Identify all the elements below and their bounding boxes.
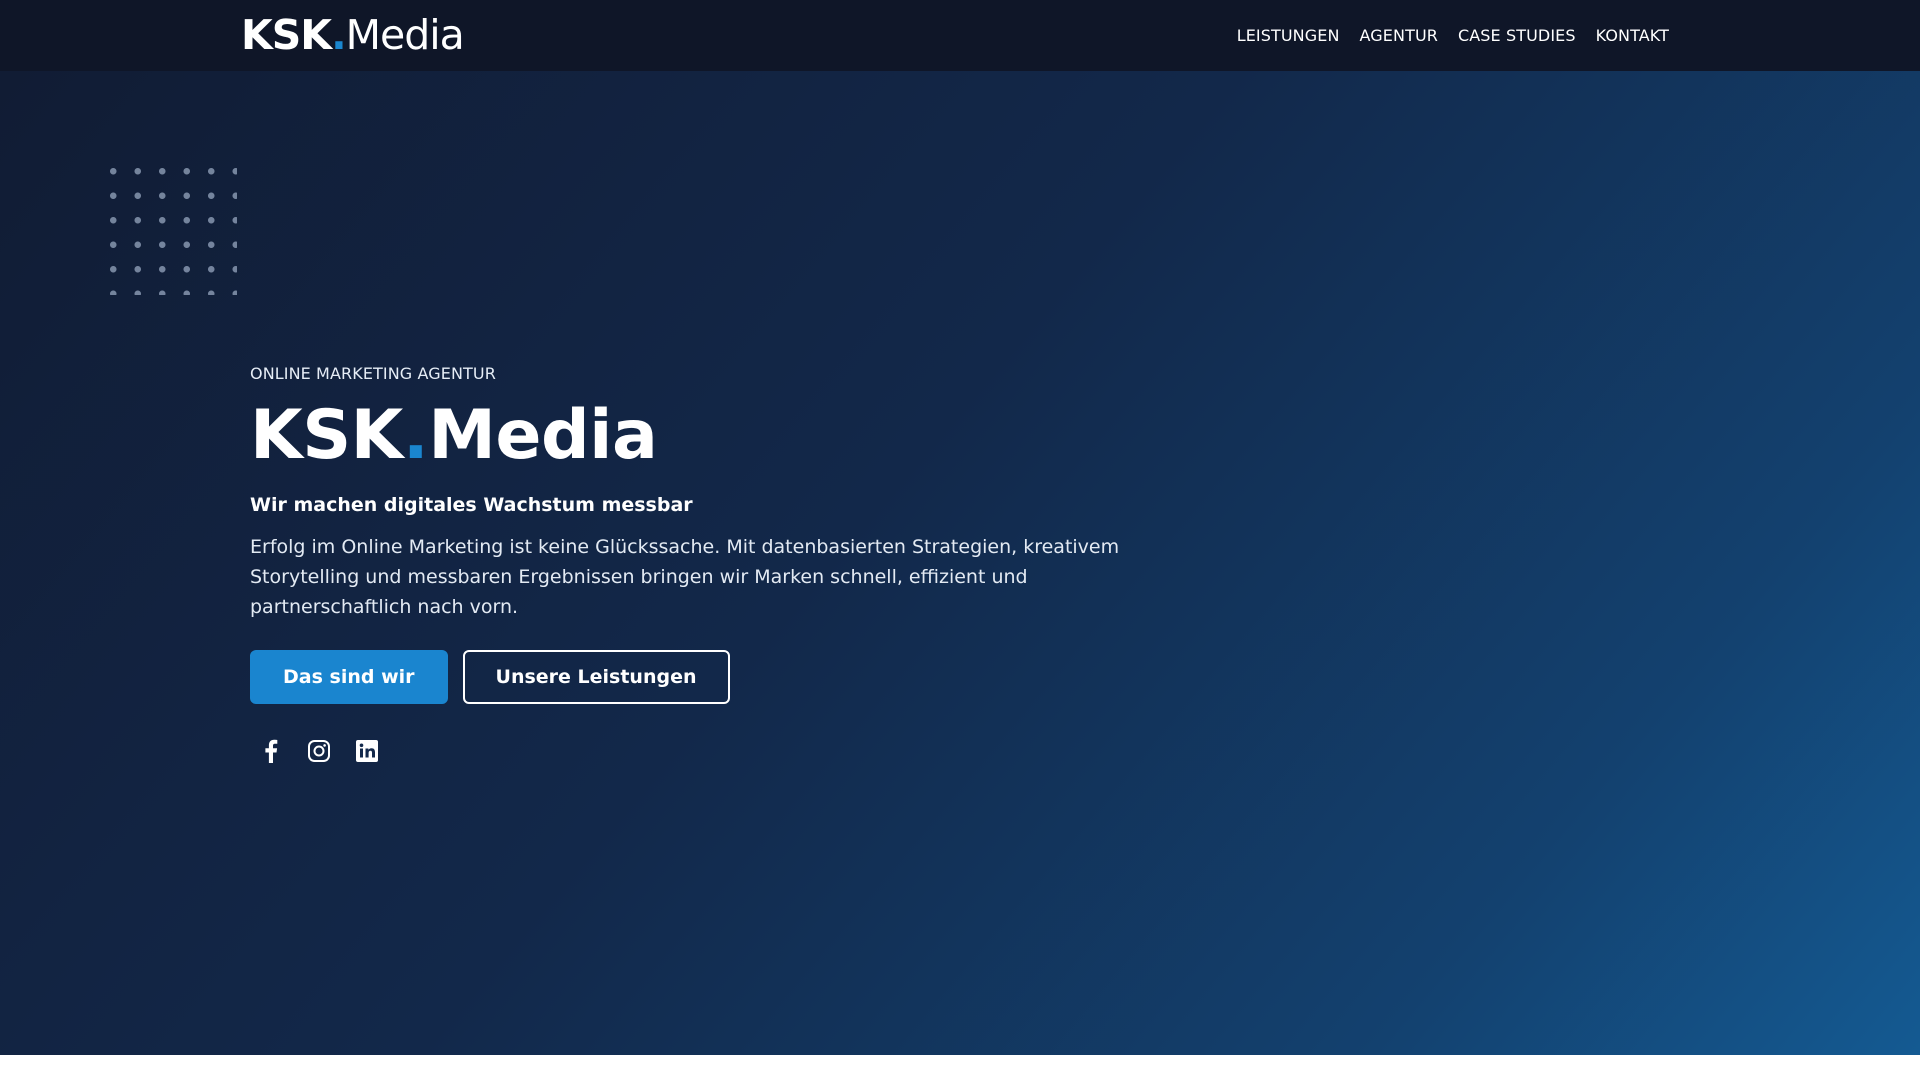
page-bottom-strip bbox=[0, 1055, 1920, 1080]
das-sind-wir-button[interactable]: Das sind wir bbox=[250, 650, 448, 704]
hero-eyebrow: ONLINE MARKETING AGENTUR bbox=[250, 364, 496, 383]
nav-item-kontakt[interactable]: KONTAKT bbox=[1596, 26, 1669, 45]
facebook-icon[interactable] bbox=[258, 738, 284, 764]
hero-section: ONLINE MARKETING AGENTUR KSK.Media Wir m… bbox=[0, 71, 1920, 1055]
logo-bold-text: KSK bbox=[241, 11, 332, 59]
nav-item-leistungen[interactable]: LEISTUNGEN bbox=[1237, 26, 1340, 45]
linkedin-icon[interactable] bbox=[354, 738, 380, 764]
hero-title-rest: Media bbox=[428, 396, 658, 475]
hero-title: KSK.Media bbox=[250, 396, 1210, 476]
dot-grid-decoration bbox=[101, 159, 237, 295]
unsere-leistungen-button[interactable]: Unsere Leistungen bbox=[462, 650, 730, 704]
hero-content: ONLINE MARKETING AGENTUR KSK.Media Wir m… bbox=[250, 364, 1210, 764]
main-nav: LEISTUNGEN AGENTUR CASE STUDIES KONTAKT bbox=[1237, 22, 1669, 48]
hero-buttons: Das sind wir Unsere Leistungen bbox=[250, 650, 1210, 704]
hero-description: Erfolg im Online Marketing ist keine Glü… bbox=[250, 536, 1120, 618]
social-links bbox=[258, 738, 1210, 764]
page: KSK.Media LEISTUNGEN AGENTUR CASE STUDIE… bbox=[0, 0, 1920, 1080]
instagram-icon[interactable] bbox=[306, 738, 332, 764]
hero-subtitle: Wir machen digitales Wachstum messbar bbox=[250, 494, 693, 516]
logo-dot: . bbox=[331, 11, 347, 59]
nav-item-case-studies[interactable]: CASE STUDIES bbox=[1458, 26, 1576, 45]
hero-title-bold: KSK bbox=[250, 396, 403, 475]
site-logo[interactable]: KSK.Media bbox=[241, 11, 465, 59]
site-header: KSK.Media LEISTUNGEN AGENTUR CASE STUDIE… bbox=[0, 0, 1920, 71]
logo-light-text: Media bbox=[345, 11, 465, 59]
hero-title-dot: . bbox=[402, 396, 429, 475]
nav-item-agentur[interactable]: AGENTUR bbox=[1360, 26, 1438, 45]
